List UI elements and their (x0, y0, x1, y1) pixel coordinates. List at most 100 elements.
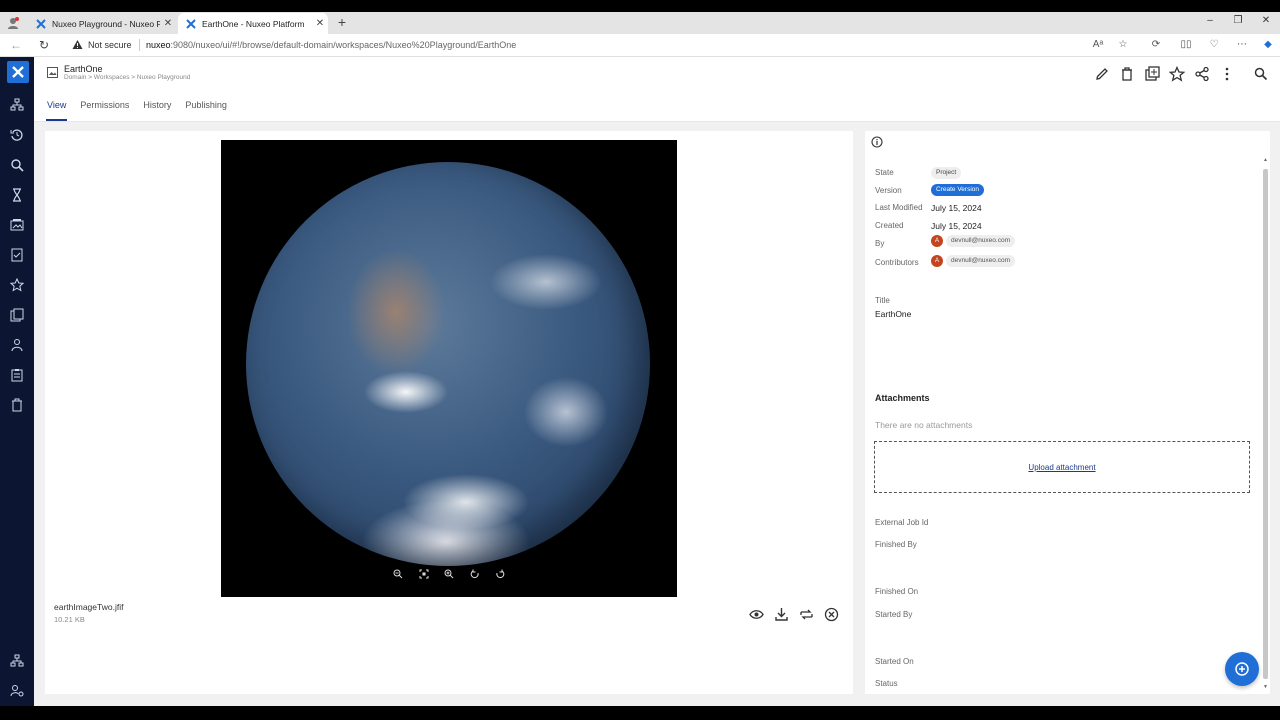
window-close-icon[interactable]: ✕ (1254, 15, 1278, 26)
add-circle-icon (1235, 662, 1249, 676)
more-vert-icon[interactable] (1219, 66, 1235, 82)
download-icon[interactable] (774, 607, 789, 622)
nuxeo-app: EarthOne Domain > Workspaces > Nuxeo Pla… (0, 57, 1280, 706)
search-icon[interactable] (10, 158, 24, 172)
zoom-out-icon[interactable] (391, 567, 405, 581)
user-name: devnull@nuxeo.com (946, 255, 1015, 267)
state-badge: Project (931, 167, 962, 179)
browser-tab-bar: Nuxeo Playground - Nuxeo Platf ✕ EarthOn… (0, 12, 1280, 34)
rotate-left-icon[interactable] (468, 567, 482, 581)
settings-menu-icon[interactable]: ⋯ (1234, 38, 1250, 52)
trash-icon[interactable] (10, 398, 24, 412)
fit-to-screen-icon[interactable] (417, 567, 431, 581)
share-icon[interactable] (1194, 66, 1210, 82)
window-top-edge (0, 0, 1280, 12)
copilot-icon[interactable]: ◆ (1260, 38, 1276, 52)
title-value: EarthOne (875, 309, 912, 319)
new-tab-icon[interactable]: + (334, 14, 350, 30)
author-user[interactable]: A devnull@nuxeo.com (931, 235, 1015, 247)
panel-scrollbar[interactable]: ▲ ▼ (1261, 157, 1269, 692)
started-on-label: Started On (875, 657, 914, 666)
metadata-panel: State Project Version Create Version Las… (865, 131, 1270, 694)
clipboard-icon[interactable] (10, 308, 24, 322)
version-label: Version (875, 186, 902, 195)
reload-icon[interactable]: ↻ (36, 38, 52, 52)
scroll-down-icon[interactable]: ▼ (1262, 684, 1269, 690)
browse-tree-icon[interactable] (10, 98, 24, 112)
upload-attachment-link[interactable]: Upload attachment (1028, 463, 1095, 472)
avatar: A (931, 235, 943, 247)
tasks-icon[interactable] (10, 248, 24, 262)
view-tabs: View Permissions History Publishing (45, 99, 241, 121)
not-secure-label[interactable]: Not secure (88, 40, 132, 50)
recent-history-icon[interactable] (10, 128, 24, 142)
avatar: A (931, 255, 943, 267)
file-size: 10.21 KB (54, 615, 85, 624)
divider (139, 39, 140, 51)
browser-address-bar: ← ↻ Not secure nuxeo:9080/nuxeo/ui/#!/br… (0, 34, 1280, 57)
contributor-user[interactable]: A devnull@nuxeo.com (931, 255, 1015, 267)
search-icon[interactable] (1253, 66, 1269, 82)
contributors-label: Contributors (875, 258, 919, 267)
profile-icon[interactable] (6, 16, 20, 30)
created-label: Created (875, 221, 904, 230)
tab-publishing[interactable]: Publishing (185, 99, 227, 121)
page-title: EarthOne (64, 64, 103, 74)
favorites-star-icon[interactable] (10, 278, 24, 292)
browser-tab-playground[interactable]: Nuxeo Playground - Nuxeo Platf ✕ (28, 13, 176, 34)
no-attachments-message: There are no attachments (875, 420, 973, 430)
delete-icon[interactable] (1119, 66, 1135, 82)
finished-on-label: Finished On (875, 587, 919, 596)
favorite-star-icon[interactable] (1169, 66, 1185, 82)
file-name: earthImageTwo.jfif (54, 602, 124, 612)
split-screen-icon[interactable]: ▯▯ (1178, 38, 1194, 52)
create-document-button[interactable] (1225, 652, 1259, 686)
document-header: EarthOne Domain > Workspaces > Nuxeo Pla… (34, 57, 1280, 122)
preview-eye-icon[interactable] (749, 607, 764, 622)
tab-history[interactable]: History (143, 99, 171, 121)
document-viewer: earthImageTwo.jfif 10.21 KB (45, 131, 853, 694)
create-version-button[interactable]: Create Version (931, 184, 984, 196)
expired-icon[interactable] (10, 368, 24, 382)
nuxeo-logo-icon[interactable] (7, 61, 29, 83)
collections-icon[interactable] (10, 218, 24, 232)
browser-essentials-icon[interactable]: ♡ (1206, 38, 1222, 52)
attachment-dropzone[interactable]: Upload attachment (874, 441, 1250, 493)
read-aloud-icon[interactable]: Aᵃ (1090, 38, 1106, 52)
remove-file-icon[interactable] (824, 607, 839, 622)
tab-view[interactable]: View (45, 99, 68, 121)
hourglass-icon[interactable] (10, 188, 24, 202)
add-to-collection-icon[interactable] (1144, 66, 1160, 82)
picture-icon (47, 67, 58, 78)
back-icon[interactable]: ← (8, 38, 24, 52)
warning-icon[interactable] (72, 39, 83, 50)
url-field[interactable]: nuxeo:9080/nuxeo/ui/#!/browse/default-do… (146, 40, 516, 50)
by-label: By (875, 239, 885, 248)
rotate-right-icon[interactable] (493, 567, 507, 581)
attachments-heading: Attachments (875, 393, 930, 403)
url-path: :9080/nuxeo/ui/#!/browse/default-domain/… (170, 40, 517, 50)
image-zoom-toolbar (391, 567, 507, 583)
favorite-star-icon[interactable]: ☆ (1115, 38, 1131, 52)
close-icon[interactable]: ✕ (160, 18, 176, 29)
restore-icon[interactable]: ❐ (1226, 15, 1250, 26)
extensions-icon[interactable]: ⟳ (1148, 38, 1164, 52)
info-icon[interactable] (871, 136, 883, 148)
replace-file-icon[interactable] (799, 607, 814, 622)
tab-permissions[interactable]: Permissions (80, 99, 129, 121)
started-by-label: Started By (875, 610, 913, 619)
personal-workspace-icon[interactable] (10, 338, 24, 352)
user-settings-icon[interactable] (10, 684, 24, 698)
breadcrumb[interactable]: Domain > Workspaces > Nuxeo Playground (64, 74, 190, 81)
tab-title: Nuxeo Playground - Nuxeo Platf (52, 18, 160, 29)
minimize-icon[interactable]: – (1198, 15, 1222, 26)
close-icon[interactable]: ✕ (312, 18, 328, 29)
administration-icon[interactable] (10, 654, 24, 668)
image-preview[interactable] (221, 140, 677, 597)
scroll-up-icon[interactable]: ▲ (1262, 157, 1269, 163)
scroll-thumb[interactable] (1263, 169, 1268, 679)
zoom-in-icon[interactable] (442, 567, 456, 581)
edit-pencil-icon[interactable] (1094, 66, 1110, 82)
earth-image (246, 162, 650, 566)
browser-tab-earthone[interactable]: EarthOne - Nuxeo Platform ✕ (178, 13, 328, 34)
